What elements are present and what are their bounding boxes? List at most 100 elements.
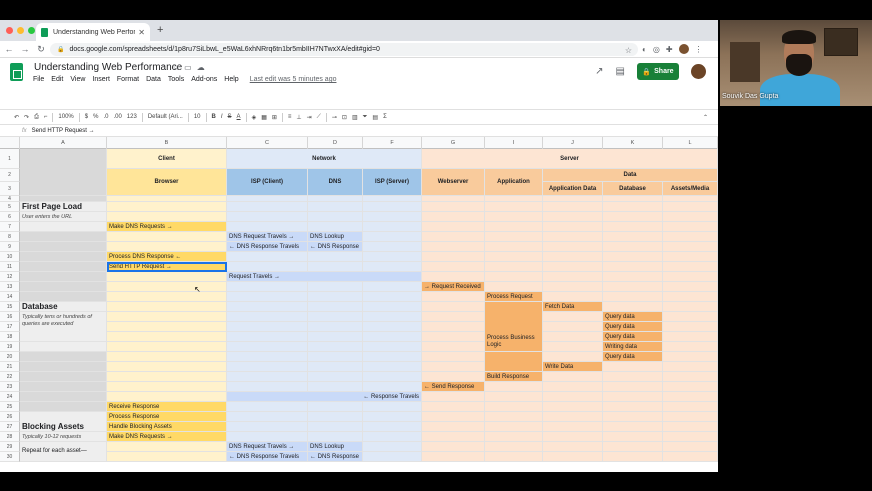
cell[interactable] xyxy=(363,282,422,292)
column-header[interactable]: J xyxy=(543,137,603,149)
column-header[interactable]: G xyxy=(422,137,485,149)
cell[interactable]: Handle Blocking Assets xyxy=(107,422,227,432)
cell[interactable]: Process Response xyxy=(107,412,227,422)
row-header[interactable]: 3 xyxy=(0,182,20,196)
undo-icon[interactable]: ↶ xyxy=(14,114,19,121)
comments-icon[interactable]: ▤ xyxy=(616,66,625,77)
cell[interactable] xyxy=(107,312,227,322)
cell[interactable] xyxy=(107,442,227,452)
cell[interactable] xyxy=(422,422,485,432)
cell[interactable] xyxy=(663,452,718,462)
cell[interactable] xyxy=(308,322,363,332)
row-header[interactable]: 14 xyxy=(0,292,20,302)
profile-avatar[interactable] xyxy=(678,44,689,54)
cell[interactable] xyxy=(603,292,663,302)
horizontal-align-icon[interactable]: ≡ xyxy=(288,114,292,120)
cell[interactable] xyxy=(543,232,603,242)
cell[interactable] xyxy=(422,372,485,382)
reload-icon[interactable]: ↻ xyxy=(34,44,48,55)
cell[interactable] xyxy=(543,382,603,392)
cell[interactable] xyxy=(663,402,718,412)
menu-insert[interactable]: Insert xyxy=(92,76,110,83)
font-select[interactable]: Default (Ari... xyxy=(148,114,183,120)
cell[interactable] xyxy=(363,292,422,302)
browser-menu-icon[interactable]: ⋮ xyxy=(695,45,703,54)
cell[interactable] xyxy=(422,332,485,342)
cell[interactable] xyxy=(308,372,363,382)
cell[interactable] xyxy=(20,382,107,392)
cell[interactable] xyxy=(422,362,485,372)
text-wrap-icon[interactable]: ⇥ xyxy=(307,114,312,121)
cell[interactable] xyxy=(485,282,543,292)
cell[interactable] xyxy=(663,252,718,262)
row-header[interactable]: 23 xyxy=(0,382,20,392)
insert-comment-icon[interactable]: ⊡ xyxy=(342,114,347,121)
cell[interactable] xyxy=(663,432,718,442)
row-header[interactable]: 21 xyxy=(0,362,20,372)
cell[interactable] xyxy=(363,332,422,342)
cell[interactable] xyxy=(603,402,663,412)
cell[interactable]: ← DNS Response Travels xyxy=(227,242,308,252)
close-tab-icon[interactable]: ✕ xyxy=(138,28,145,37)
header-isp-server[interactable]: ISP (Server) xyxy=(363,169,422,196)
cell[interactable] xyxy=(308,212,363,222)
cell[interactable]: Receive Response xyxy=(107,402,227,412)
cell[interactable] xyxy=(308,282,363,292)
text-color-button[interactable]: A xyxy=(237,114,241,120)
cell[interactable] xyxy=(107,232,227,242)
cell[interactable] xyxy=(543,392,603,402)
cell[interactable] xyxy=(308,412,363,422)
camera-extension-icon[interactable]: ◎ xyxy=(653,45,660,54)
cell[interactable] xyxy=(543,412,603,422)
text-rotation-icon[interactable]: ⟋ xyxy=(317,114,321,121)
menu-view[interactable]: View xyxy=(70,76,85,83)
last-edit-link[interactable]: Last edit was 5 minutes ago xyxy=(250,76,337,83)
cell[interactable] xyxy=(663,412,718,422)
move-folder-icon[interactable]: ▭ xyxy=(184,63,192,72)
cell[interactable] xyxy=(422,202,485,212)
cell[interactable] xyxy=(308,252,363,262)
share-button[interactable]: 🔒 Share xyxy=(637,63,679,80)
menu-tools[interactable]: Tools xyxy=(168,76,184,83)
cell[interactable] xyxy=(422,402,485,412)
sheets-logo-icon[interactable] xyxy=(10,63,23,81)
cell[interactable] xyxy=(363,262,422,272)
cell[interactable] xyxy=(543,332,603,342)
cell[interactable]: DNS Request Travels → xyxy=(227,232,308,242)
column-header[interactable]: C xyxy=(227,137,308,149)
cell[interactable] xyxy=(227,332,308,342)
header-webserver[interactable]: Webserver xyxy=(422,169,485,196)
menu-file[interactable]: File xyxy=(33,76,44,83)
cell[interactable] xyxy=(20,252,107,262)
cell[interactable] xyxy=(422,292,485,302)
cell[interactable]: Make DNS Requests → xyxy=(107,432,227,442)
cell[interactable] xyxy=(363,222,422,232)
cell[interactable] xyxy=(422,342,485,352)
cell[interactable] xyxy=(603,382,663,392)
cell[interactable] xyxy=(663,382,718,392)
cell[interactable] xyxy=(308,202,363,212)
cell[interactable] xyxy=(20,392,107,402)
section-database[interactable]: Database xyxy=(20,302,107,312)
cell[interactable] xyxy=(422,312,485,322)
cell[interactable] xyxy=(363,342,422,352)
header-data[interactable]: Data xyxy=(543,169,718,182)
menu-format[interactable]: Format xyxy=(117,76,139,83)
cell[interactable] xyxy=(227,212,308,222)
cell[interactable] xyxy=(422,442,485,452)
cell[interactable] xyxy=(107,272,227,282)
cell[interactable] xyxy=(227,422,308,432)
cell[interactable] xyxy=(603,222,663,232)
cell[interactable] xyxy=(422,252,485,262)
cell[interactable] xyxy=(543,202,603,212)
cell[interactable] xyxy=(227,202,308,212)
puzzle-extension-icon[interactable]: ✚ xyxy=(666,45,673,54)
cell[interactable] xyxy=(227,352,308,362)
cell[interactable]: DNS Lookup xyxy=(308,232,363,242)
row-header[interactable]: 17 xyxy=(0,322,20,332)
cell[interactable] xyxy=(603,232,663,242)
more-formats-button[interactable]: 123 xyxy=(127,114,137,120)
cell[interactable] xyxy=(227,362,308,372)
cell[interactable]: → Request Received xyxy=(422,282,485,292)
cell[interactable] xyxy=(20,372,107,382)
